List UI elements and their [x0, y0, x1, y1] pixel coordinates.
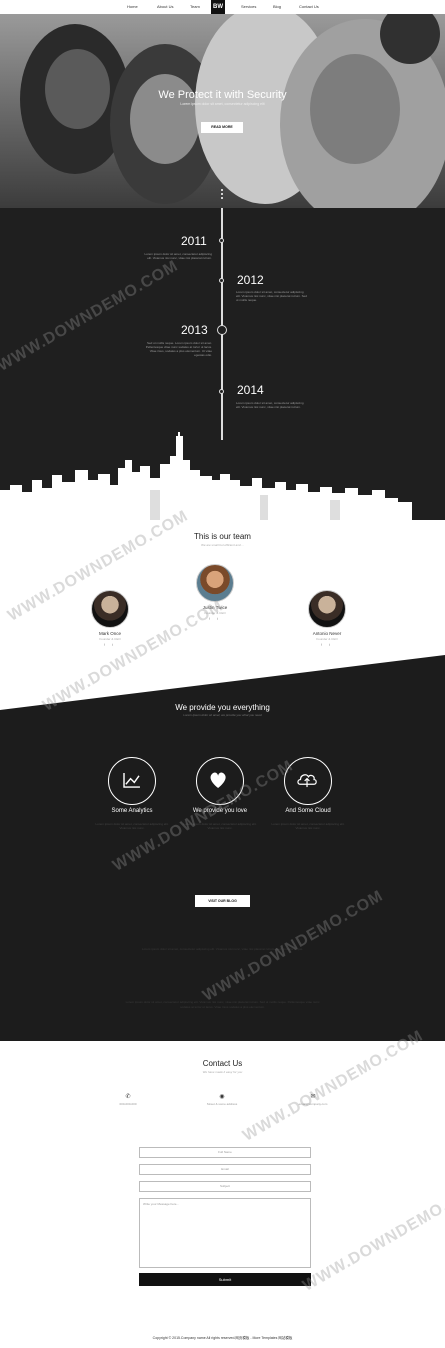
nav-link-contact[interactable]: Contact Us	[299, 4, 319, 9]
service-label: Some Analytics	[111, 808, 153, 814]
contact-address: ◉ Street & some address	[182, 1093, 262, 1106]
timeline-text: Lorem ipsum dolor sit amet, consectetur …	[236, 290, 307, 302]
timeline-dot	[219, 389, 224, 394]
hero-subtitle: Lorem ipsum dolor sit amet, consectetur …	[180, 102, 265, 106]
read-more-button[interactable]: READ MORE	[201, 122, 243, 133]
timeline-year: 2014	[237, 383, 264, 397]
timeline-dot	[219, 238, 224, 243]
nav-link-services[interactable]: Services	[241, 4, 256, 9]
timeline-year: 2012	[237, 273, 264, 287]
hero-banner: We Protect it with Security Lorem ipsum …	[0, 14, 445, 208]
nav-link-about[interactable]: About Us	[157, 4, 173, 9]
avatar	[196, 564, 234, 602]
service-desc: Lorem ipsum dolor sit amet, consectetur …	[271, 822, 345, 830]
subject-field[interactable]: Subject	[139, 1181, 311, 1192]
nav-link-home[interactable]: Home	[127, 4, 138, 9]
member-role: Founder & CEO	[316, 637, 338, 641]
timeline-text: Sed ut mollis neque. Lorem ipsum dolor s…	[145, 341, 212, 357]
member-role: Founder & CEO	[99, 637, 121, 641]
footer-copyright: Copyright © 2015.Company name All rights…	[152, 1336, 293, 1340]
timeline-text: Lorem ipsum dolor sit amet, consectetur …	[236, 401, 304, 409]
services-subtitle: Lorem ipsum dolor sit amet, we provide y…	[183, 713, 262, 717]
services-paragraph: Lorem ipsum dolor sit amet, consectetur …	[125, 1000, 320, 1009]
nav-link-blog[interactable]: Blog	[273, 4, 281, 9]
chart-icon	[123, 773, 140, 788]
hero-title: We Protect it with Security	[158, 89, 287, 101]
team-member: Mark Once Founder & CEO f t	[80, 590, 140, 647]
phone-icon: ✆	[125, 1094, 131, 1100]
slider-dots[interactable]	[221, 189, 223, 201]
timeline-dot	[219, 278, 224, 283]
top-navigation: Home About Us Team BW Services Blog Cont…	[0, 0, 445, 14]
contact-phone: ✆ 000-000-000	[88, 1093, 168, 1106]
social-icons[interactable]: f t	[297, 643, 357, 647]
team-title: This is our team	[194, 532, 251, 541]
timeline-section: 2011 Lorem ipsum dolor sit amet, consect…	[0, 208, 445, 520]
contact-address-text: Street & some address	[206, 1102, 238, 1106]
contact-section: Contact Us We have made it easy for you …	[0, 1041, 445, 1348]
message-field[interactable]: Write your Message here...	[139, 1198, 311, 1268]
contact-phone-text: 000-000-000	[119, 1102, 137, 1106]
service-label: And Some Cloud	[285, 808, 331, 814]
analytics-circle[interactable]	[108, 757, 156, 805]
hero-photo-shape	[310, 54, 400, 164]
service-desc: Lorem ipsum dolor sit amet, consectetur …	[95, 822, 169, 830]
member-name: Antonio Never	[312, 631, 342, 636]
visit-blog-button[interactable]: VISIT OUR BLOG	[195, 895, 250, 907]
full-name-field[interactable]: Full Name	[139, 1147, 311, 1158]
hero-photo-shape	[130, 74, 200, 164]
nav-link-team[interactable]: Team	[190, 4, 200, 9]
timeline-dot	[217, 325, 227, 335]
team-subtitle: We are small but efficient and ...	[201, 543, 244, 547]
submit-button[interactable]: Submit	[139, 1273, 311, 1286]
avatar	[308, 590, 346, 628]
member-name: Mark Once	[98, 631, 121, 636]
timeline-year: 2013	[181, 323, 208, 337]
avatar	[91, 590, 129, 628]
location-icon: ◉	[219, 1094, 225, 1100]
email-field[interactable]: Email	[139, 1164, 311, 1175]
city-skyline-image	[0, 432, 412, 520]
timeline-text: Lorem ipsum dolor sit amet, consectetur …	[144, 252, 212, 260]
team-member: Antonio Never Founder & CEO f t	[297, 590, 357, 647]
timeline-year: 2011	[181, 234, 207, 248]
logo[interactable]: BW	[211, 0, 225, 14]
